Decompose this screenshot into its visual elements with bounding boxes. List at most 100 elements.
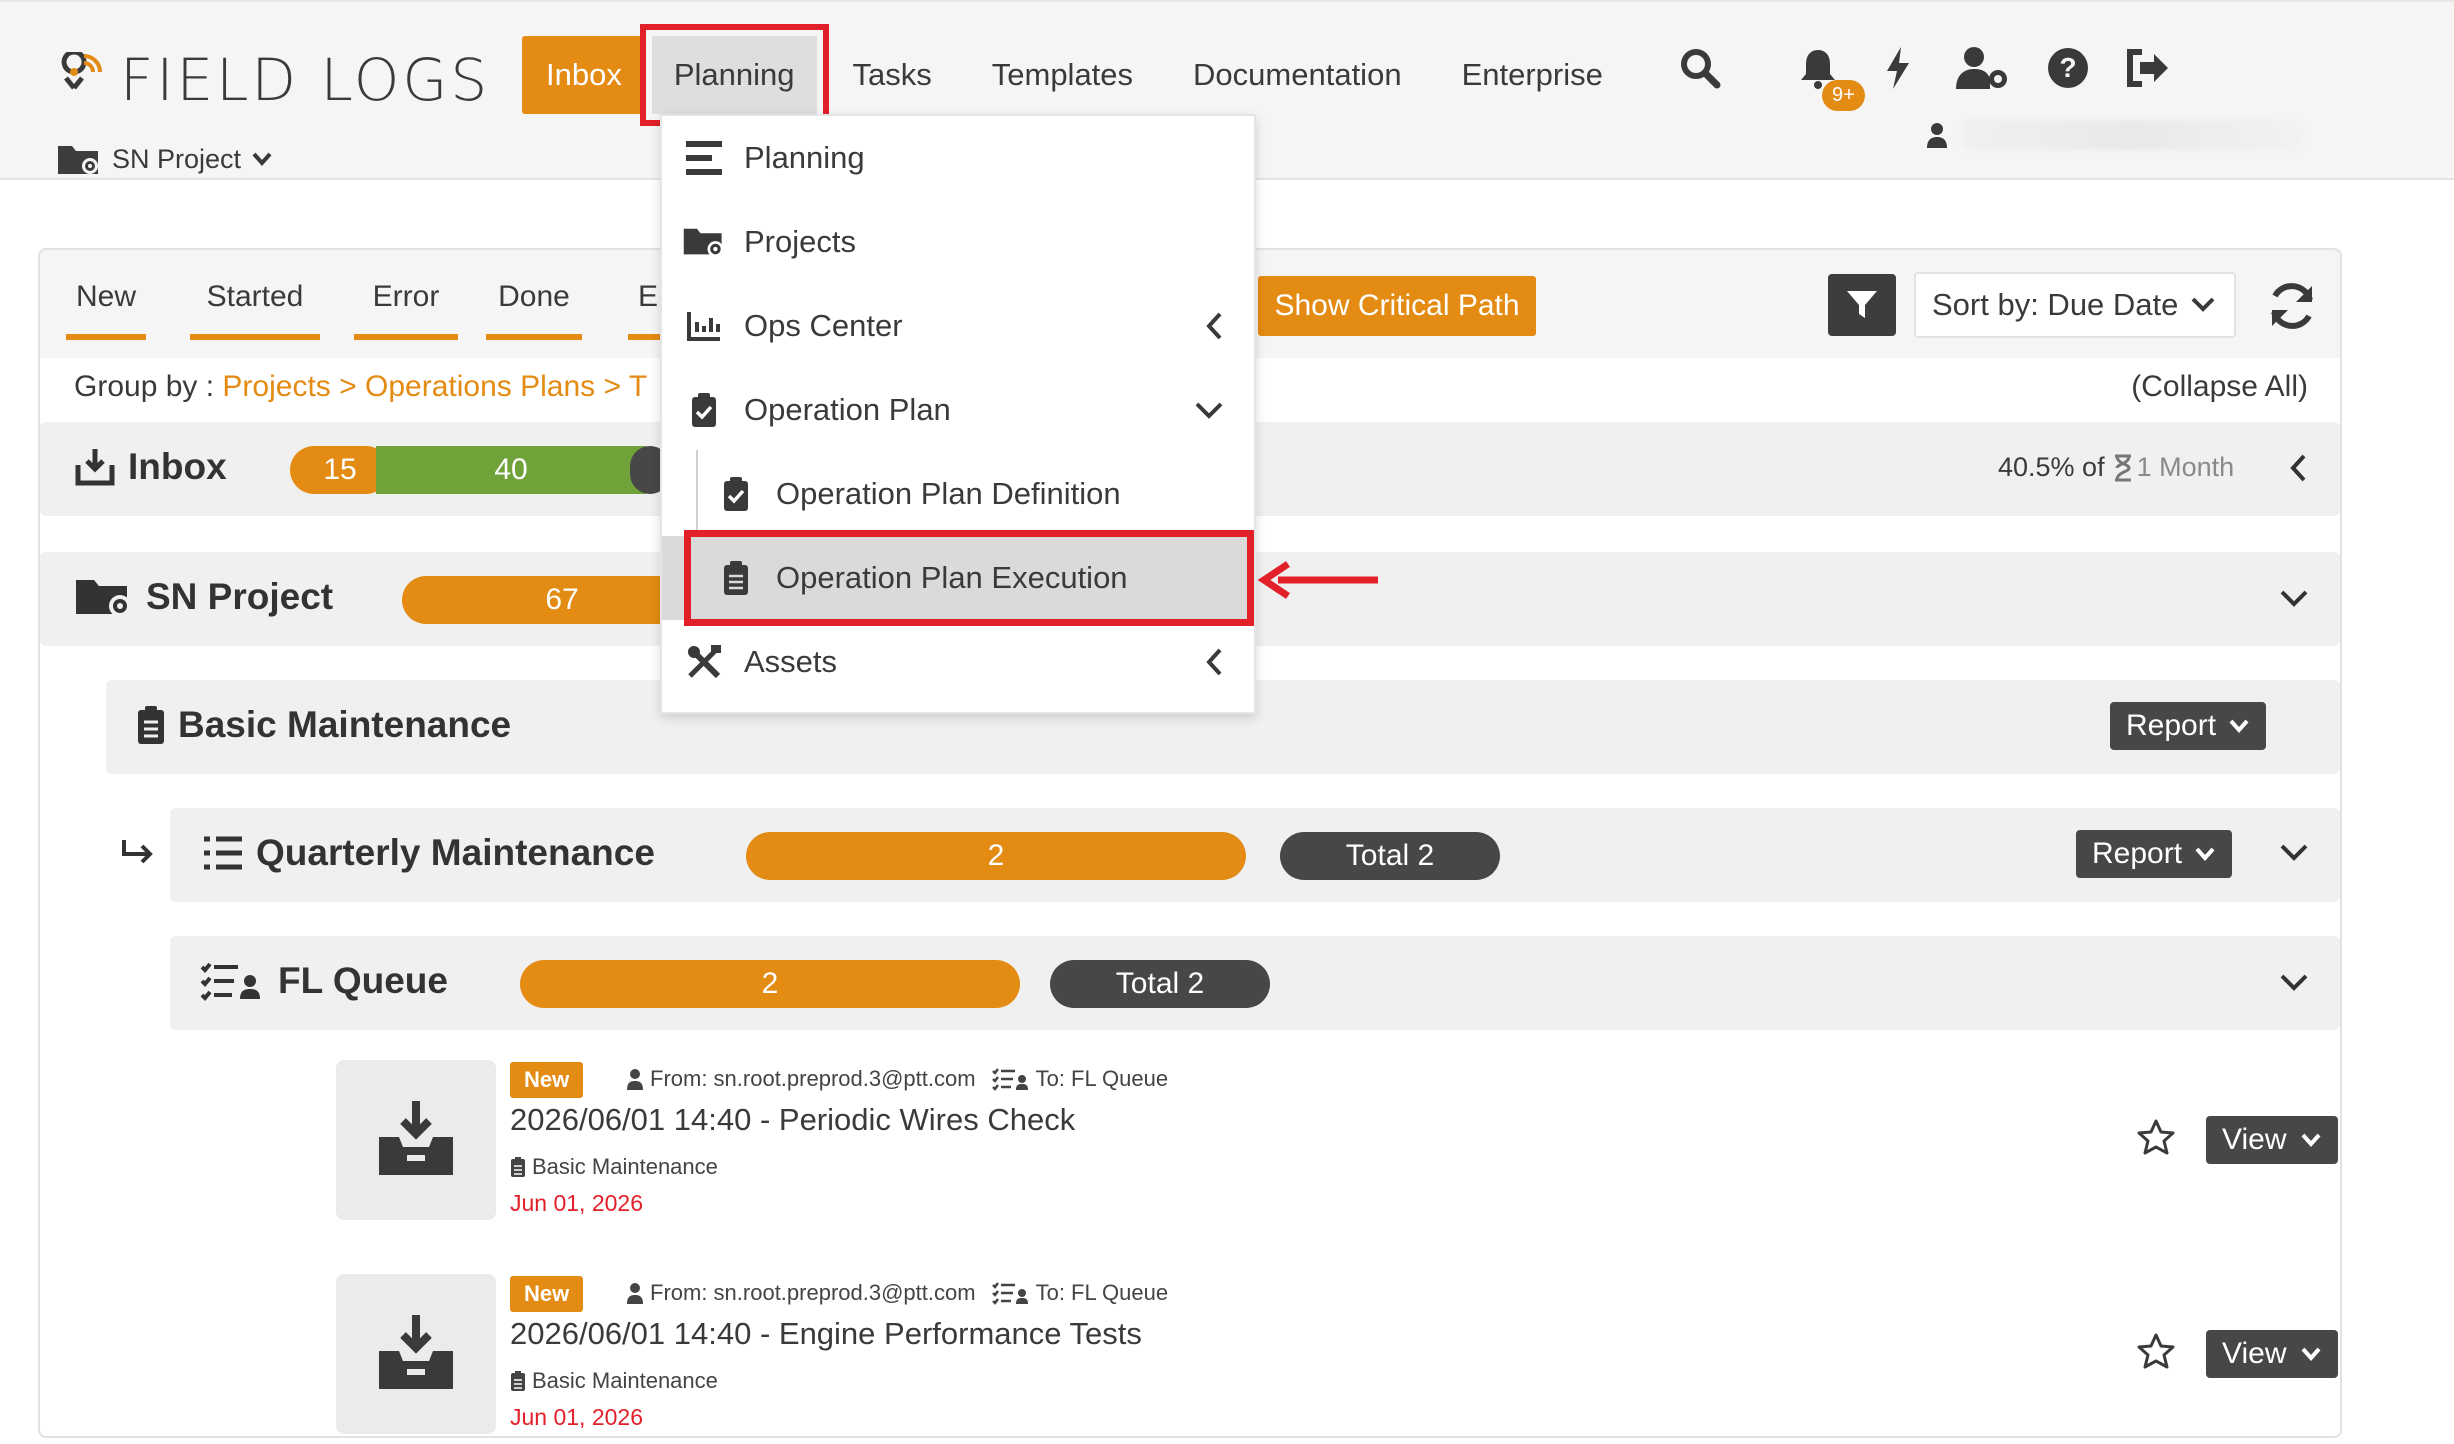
hourglass-icon [2114,454,2131,481]
inbox-new-count: 15 [290,446,390,494]
current-user[interactable] [1926,120,2302,150]
chevron-left-icon [1206,312,1222,340]
schedule-title-text: Quarterly Maintenance [256,832,655,873]
group-by-projects-link[interactable]: Projects [222,370,330,403]
tab-error[interactable]: Error [354,280,458,340]
task-title[interactable]: 2026/06/01 14:40 - Periodic Wires Check [510,1102,1075,1138]
task-view-button[interactable]: View [2206,1116,2339,1164]
group-by-tasks-link[interactable]: T [629,370,647,403]
menu-item-planning[interactable]: Planning [662,116,1254,200]
notifications-bell-icon[interactable]: 9+ [1794,44,1865,111]
chevron-down-icon [2229,719,2249,734]
svg-text:?: ? [2059,52,2076,83]
menu-item-operation-plan[interactable]: Operation Plan [662,368,1254,452]
schedule-expand-chevron[interactable] [2276,834,2312,870]
collapse-all-link[interactable]: (Collapse All) [2131,370,2308,404]
tab-done[interactable]: Done [486,280,582,340]
inbox-tray-icon [379,1315,453,1389]
queue-row[interactable]: FL Queue 2 Total 2 [170,936,2340,1030]
queue-expand-chevron[interactable] [2276,964,2312,1000]
nav-inbox[interactable]: Inbox [522,36,646,114]
help-icon[interactable]: ? [2044,44,2092,92]
task-status-badge: New [510,1062,584,1098]
clipboard-check-icon [714,476,758,512]
schedule-row[interactable]: Quarterly Maintenance 2 Total 2 Report [170,808,2340,902]
plan-report-button[interactable]: Report [2110,702,2267,750]
tab-started[interactable]: Started [190,280,320,340]
project-expand-chevron[interactable] [2276,580,2312,616]
star-icon[interactable] [2136,1118,2176,1158]
group-by-separator: > [339,370,357,403]
show-critical-path-button[interactable]: Show Critical Path [1258,276,1536,336]
project-title-text: SN Project [146,576,334,617]
nav-planning[interactable]: Planning [639,24,829,126]
refresh-button[interactable] [2262,276,2322,336]
user-settings-icon[interactable] [1954,44,2012,92]
menu-item-label: Ops Center [744,308,903,343]
sort-label: Sort by: Due Date [1932,287,2179,322]
logo-pin-icon [61,52,102,90]
operation-plan-title-text: Basic Maintenance [178,704,512,745]
top-icons: 9+ ? [1676,44,2204,111]
clipboard-list-icon [511,1371,525,1391]
task-view-button[interactable]: View [2206,1330,2339,1378]
task-due-date: Jun 01, 2026 [510,1404,644,1430]
menu-item-operation-plan-definition[interactable]: Operation Plan Definition [662,452,1254,536]
highlight-box [684,530,1254,626]
task-to: To: FL Queue [1035,1066,1169,1091]
inbox-tray-icon [379,1101,453,1175]
chevron-down-icon [2280,590,2308,607]
chevron-down-icon [2301,1347,2321,1362]
star-icon[interactable] [2136,1332,2176,1372]
logout-icon[interactable] [2124,44,2172,92]
menu-item-label: Planning [744,140,865,175]
nav-enterprise[interactable]: Enterprise [1432,36,1633,114]
project-switcher[interactable]: SN Project [56,142,273,176]
menu-item-assets[interactable]: Assets [662,620,1254,704]
queue-icon [991,1282,1028,1305]
inbox-progress-text: 40.5% of [1998,452,2105,482]
nav-documentation[interactable]: Documentation [1163,36,1432,114]
project-folder-icon [682,224,726,260]
inbox-period-text: 1 Month [2136,452,2235,482]
task-item[interactable]: New From: sn.root.preprod.3@ptt.com To: … [336,1274,2339,1436]
schedule-report-button[interactable]: Report [2076,830,2233,878]
app-logo[interactable]: FIELD LOGS [60,50,490,110]
menu-item-ops-center[interactable]: Ops Center [662,284,1254,368]
nav-tasks[interactable]: Tasks [823,36,962,114]
logo-text: FIELD LOGS [120,46,491,114]
group-by-label: Group by : [74,370,215,403]
task-status-badge: New [510,1276,584,1312]
tab-new[interactable]: New [66,280,146,340]
inbox-progress: 40.5% of 1 Month [1998,452,2234,483]
annotation-arrow-icon [1258,561,1378,599]
project-folder-icon [74,576,134,618]
inbox-icon [74,447,116,487]
group-by-separator: > [603,370,622,403]
chevron-left-icon [1206,648,1222,676]
chevron-down-icon [2280,974,2308,991]
filter-button[interactable] [1828,274,1896,336]
sort-dropdown[interactable]: Sort by: Due Date [1914,272,2236,338]
chevron-down-icon [1195,402,1223,419]
chevron-down-icon [252,152,272,167]
clipboard-check-icon [682,392,726,428]
task-routing: From: sn.root.preprod.3@ptt.com To: FL Q… [626,1066,1168,1092]
search-icon[interactable] [1676,44,1724,92]
task-item[interactable]: New From: sn.root.preprod.3@ptt.com To: … [336,1060,2339,1230]
inbox-expand-chevron[interactable] [2280,450,2316,486]
project-row-title: SN Project [74,576,333,618]
group-by-operations-plans-link[interactable]: Operations Plans [365,370,595,403]
task-due-date: Jun 01, 2026 [510,1190,644,1216]
queue-icon [991,1068,1028,1091]
chart-icon [682,310,726,342]
nav-templates[interactable]: Templates [962,36,1163,114]
queue-total-pill: Total 2 [1050,960,1270,1008]
clipboard-list-icon [511,1157,525,1177]
bolt-icon[interactable] [1874,44,1922,92]
queue-title-text: FL Queue [278,960,448,1001]
view-label: View [2222,1337,2287,1370]
menu-item-projects[interactable]: Projects [662,200,1254,284]
task-title[interactable]: 2026/06/01 14:40 - Engine Performance Te… [510,1316,1142,1352]
schedule-total-pill: Total 2 [1280,832,1500,880]
